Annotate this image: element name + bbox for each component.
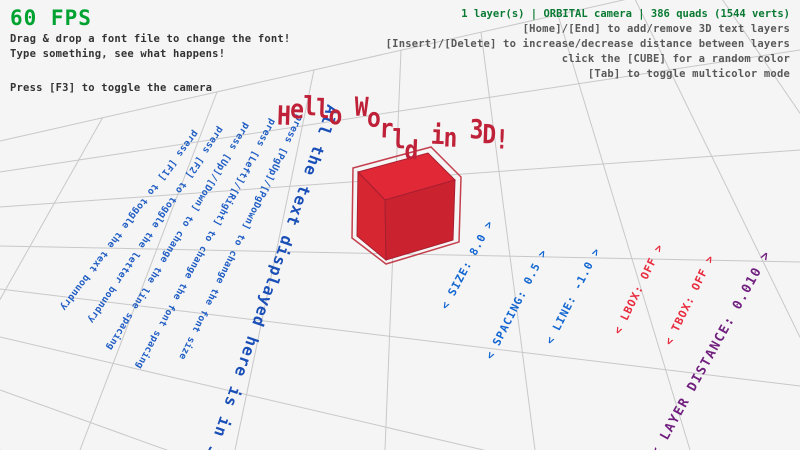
hint-type-something: Type something, see what happens! (10, 48, 225, 60)
hint-toggle-camera: Press [F3] to toggle the camera (10, 82, 212, 94)
hint-click-cube: click the [CUBE] for a random color (562, 53, 790, 65)
fps-counter: 60 FPS (10, 6, 92, 30)
hint-multicolor-mode: [Tab] to toggle multicolor mode (588, 68, 790, 80)
app-window: press [F1] to toggle the text boundry pr… (0, 0, 800, 450)
hint-add-remove-layers: [Home]/[End] to add/remove 3D text layer… (523, 23, 790, 35)
hint-drag-drop-font: Drag & drop a font file to change the fo… (10, 33, 290, 45)
status-bar: 1 layer(s) | ORBITAL camera | 386 quads … (461, 8, 790, 20)
hint-layer-distance-keys: [Insert]/[Delete] to increase/decrease d… (386, 38, 790, 50)
